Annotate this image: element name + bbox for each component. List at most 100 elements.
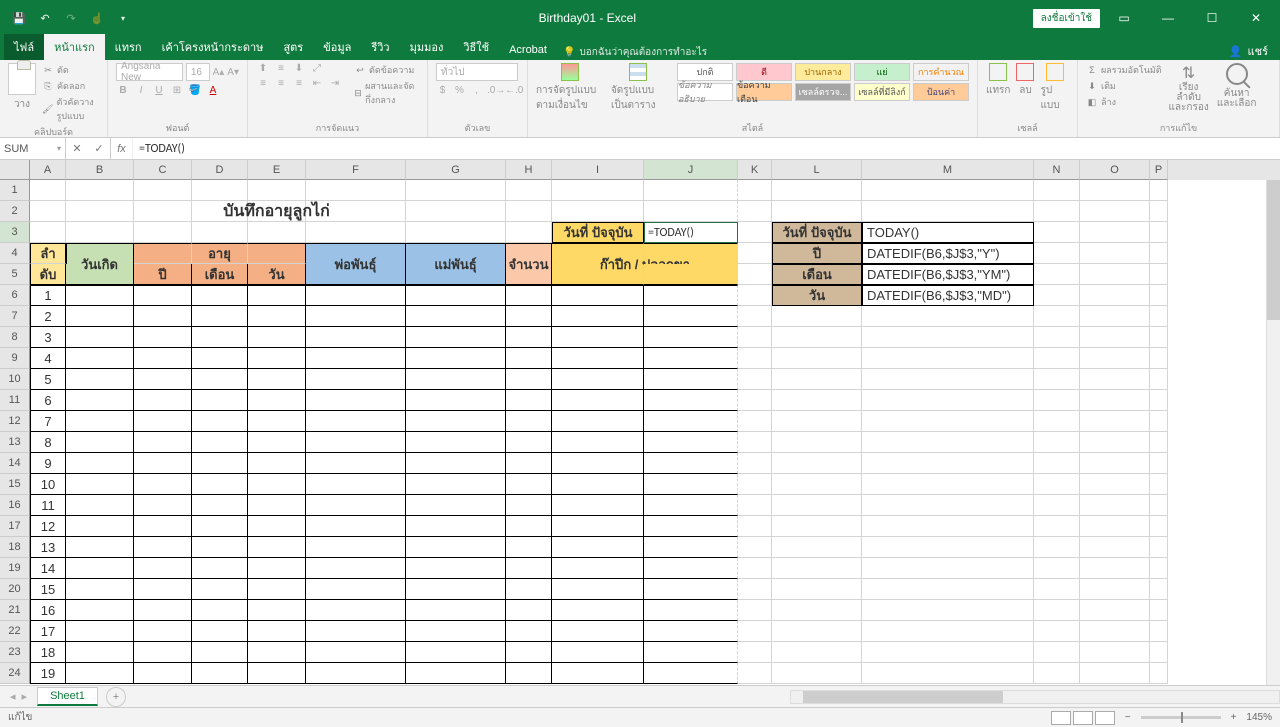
- row-header[interactable]: 7: [0, 306, 30, 327]
- cell[interactable]: วันเกิด: [66, 264, 134, 285]
- zoom-out-button[interactable]: −: [1125, 712, 1131, 723]
- cell[interactable]: [644, 621, 738, 642]
- cell[interactable]: [406, 411, 506, 432]
- row-header[interactable]: 14: [0, 453, 30, 474]
- tab-review[interactable]: รีวิว: [361, 34, 399, 60]
- row-header[interactable]: 18: [0, 537, 30, 558]
- cell[interactable]: [644, 390, 738, 411]
- cell[interactable]: [738, 306, 772, 327]
- cell[interactable]: [406, 327, 506, 348]
- col-header-I[interactable]: I: [552, 160, 644, 180]
- cell[interactable]: [248, 222, 306, 243]
- cell[interactable]: [248, 453, 306, 474]
- cell[interactable]: [738, 369, 772, 390]
- cell[interactable]: [248, 642, 306, 663]
- cell[interactable]: [192, 516, 248, 537]
- align-right-icon[interactable]: ≡: [292, 78, 306, 89]
- cell[interactable]: [862, 663, 1034, 684]
- cell[interactable]: [644, 327, 738, 348]
- cell[interactable]: [406, 663, 506, 684]
- cell[interactable]: [644, 264, 738, 285]
- maximize-icon[interactable]: ☐: [1192, 4, 1232, 32]
- cell[interactable]: [506, 600, 552, 621]
- cell[interactable]: [552, 306, 644, 327]
- align-top-icon[interactable]: ⬆: [256, 63, 270, 74]
- cell[interactable]: [30, 222, 66, 243]
- zoom-slider[interactable]: [1141, 716, 1221, 719]
- cell[interactable]: [306, 327, 406, 348]
- cell[interactable]: [134, 348, 192, 369]
- cell[interactable]: 6: [30, 390, 66, 411]
- cell[interactable]: บันทึกอายุลูกไก่: [248, 201, 306, 222]
- cell[interactable]: [1034, 201, 1080, 222]
- cell[interactable]: [552, 516, 644, 537]
- cell[interactable]: [1034, 579, 1080, 600]
- cell[interactable]: [862, 537, 1034, 558]
- col-header-O[interactable]: O: [1080, 160, 1150, 180]
- cell[interactable]: [1080, 432, 1150, 453]
- row-header[interactable]: 12: [0, 411, 30, 432]
- cell[interactable]: [134, 516, 192, 537]
- cell[interactable]: [248, 663, 306, 684]
- cell[interactable]: [192, 432, 248, 453]
- cell[interactable]: [66, 390, 134, 411]
- cell[interactable]: [1034, 348, 1080, 369]
- cell[interactable]: [1034, 453, 1080, 474]
- cell[interactable]: [248, 432, 306, 453]
- col-header-C[interactable]: C: [134, 160, 192, 180]
- format-table-button[interactable]: จัดรูปแบบเป็นตาราง: [611, 63, 665, 113]
- cell[interactable]: [1150, 453, 1168, 474]
- autosum-button[interactable]: Σผลรวมอัตโนมัติ: [1086, 63, 1162, 77]
- signin-button[interactable]: ลงชื่อเข้าใช้: [1033, 9, 1100, 28]
- cell[interactable]: [738, 327, 772, 348]
- cell[interactable]: ปี: [134, 264, 192, 285]
- cell[interactable]: [738, 558, 772, 579]
- ribbon-options-icon[interactable]: ▭: [1104, 4, 1144, 32]
- row-header[interactable]: 17: [0, 516, 30, 537]
- tab-addins[interactable]: วิธีใช้: [453, 34, 499, 60]
- vscroll-thumb[interactable]: [1267, 180, 1280, 320]
- cell[interactable]: [552, 411, 644, 432]
- active-cell[interactable]: =TODAY(): [644, 222, 738, 243]
- cell[interactable]: [862, 390, 1034, 411]
- cell[interactable]: [406, 516, 506, 537]
- cell[interactable]: [1150, 663, 1168, 684]
- cell[interactable]: [738, 474, 772, 495]
- cell[interactable]: [552, 600, 644, 621]
- cell[interactable]: [66, 432, 134, 453]
- cell[interactable]: [192, 642, 248, 663]
- cell[interactable]: [306, 600, 406, 621]
- cell[interactable]: [306, 348, 406, 369]
- cell[interactable]: [192, 621, 248, 642]
- cell[interactable]: [406, 285, 506, 306]
- zoom-level[interactable]: 145%: [1246, 712, 1272, 723]
- cell[interactable]: [66, 579, 134, 600]
- cell[interactable]: [192, 285, 248, 306]
- cell[interactable]: [738, 516, 772, 537]
- cell[interactable]: [644, 516, 738, 537]
- cell[interactable]: [1034, 285, 1080, 306]
- col-header-F[interactable]: F: [306, 160, 406, 180]
- cell[interactable]: [192, 495, 248, 516]
- cell[interactable]: [248, 474, 306, 495]
- tab-view[interactable]: มุมมอง: [400, 34, 454, 60]
- cell[interactable]: [66, 600, 134, 621]
- cell[interactable]: [1034, 222, 1080, 243]
- cell[interactable]: [506, 558, 552, 579]
- increase-font-icon[interactable]: A▴: [213, 67, 225, 78]
- align-middle-icon[interactable]: ≡: [274, 63, 288, 74]
- cell[interactable]: [552, 285, 644, 306]
- cell[interactable]: [862, 453, 1034, 474]
- cell[interactable]: [738, 579, 772, 600]
- col-header-A[interactable]: A: [30, 160, 66, 180]
- cell[interactable]: [406, 390, 506, 411]
- cell[interactable]: [506, 306, 552, 327]
- cell[interactable]: [552, 474, 644, 495]
- row-header[interactable]: 15: [0, 474, 30, 495]
- cell[interactable]: [66, 663, 134, 684]
- cell[interactable]: [1080, 537, 1150, 558]
- cell[interactable]: 7: [30, 411, 66, 432]
- cell[interactable]: [66, 348, 134, 369]
- cell[interactable]: [1150, 243, 1168, 264]
- qat-more-icon[interactable]: ▾: [114, 9, 132, 27]
